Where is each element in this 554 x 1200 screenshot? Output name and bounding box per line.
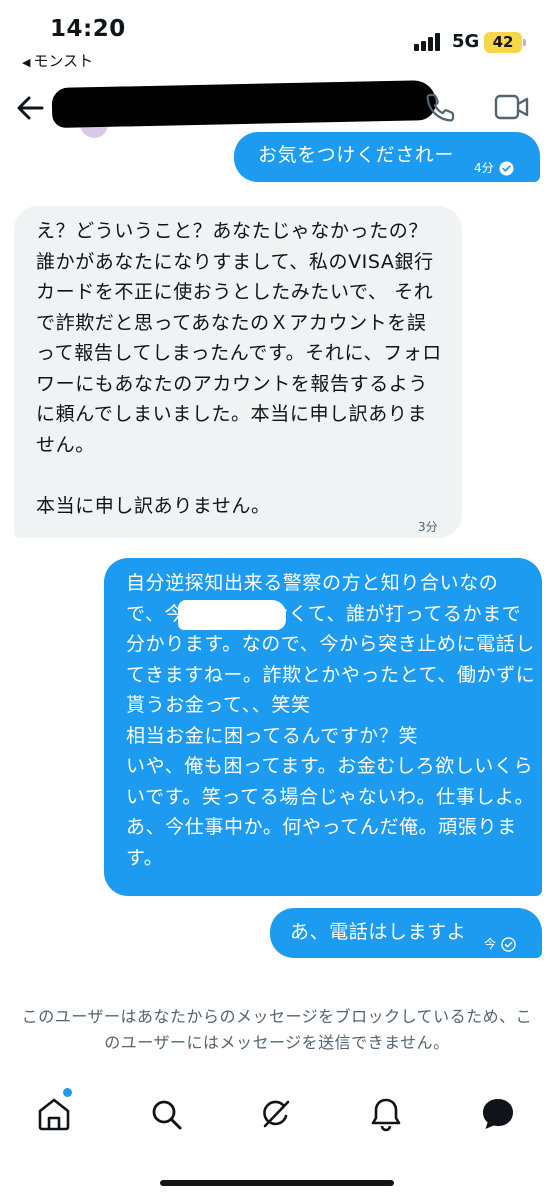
back-triangle-icon: ◀: [22, 56, 31, 69]
message-meta: 4分: [474, 153, 514, 184]
back-to-app-link[interactable]: ◀ モンスト: [22, 50, 93, 71]
notification-dot: [63, 1088, 72, 1097]
message-bubble-sent[interactable]: 自分逆探知出来る警察の方と知り合いなので、今 さんじゃなくて、誰が打ってるかまで…: [104, 558, 542, 896]
messages-icon[interactable]: [478, 1094, 518, 1134]
battery-icon: 42: [484, 32, 526, 53]
conversation-header: [0, 78, 554, 138]
message-meta: 今: [484, 929, 516, 960]
message-time: 今: [484, 937, 497, 951]
home-indicator: [160, 1180, 394, 1186]
grok-icon[interactable]: [256, 1094, 296, 1134]
redacted-username: [51, 79, 437, 129]
redacted-name: [178, 600, 286, 630]
video-camera-icon[interactable]: [494, 92, 530, 122]
message-time: 3分: [418, 520, 438, 534]
status-bar: 14:20 ◀ モンスト 5G 42: [0, 0, 554, 70]
message-bubble-sent[interactable]: お気をつけくだされー 4分: [234, 132, 540, 182]
network-type: 5G: [452, 31, 480, 52]
sent-check-icon: [501, 937, 516, 952]
back-arrow-icon[interactable]: [14, 92, 46, 124]
message-text: え？どういうこと？あなたじゃなかったの？誰かがあなたになりすまして、私のVISA…: [36, 220, 442, 517]
signal-strength-icon: [414, 33, 444, 51]
phone-icon[interactable]: [424, 90, 458, 124]
message-text: お気をつけくだされー: [258, 144, 455, 166]
message-time: 4分: [474, 161, 494, 175]
message-bubble-sent[interactable]: あ、電話はしますよ 今: [270, 908, 542, 958]
search-icon[interactable]: [146, 1094, 186, 1134]
read-check-icon: [499, 161, 514, 176]
message-meta: 3分: [418, 512, 438, 543]
bottom-nav: [0, 1086, 554, 1142]
message-bubble-received[interactable]: え？どういうこと？あなたじゃなかったの？誰かがあなたになりすまして、私のVISA…: [14, 206, 462, 538]
back-app-label: モンスト: [33, 52, 94, 70]
home-icon[interactable]: [34, 1094, 74, 1134]
message-text: あ、電話はしますよ: [290, 921, 467, 943]
blocked-notice: このユーザーはあなたからのメッセージをブロックしているため、このユーザーにはメッ…: [21, 1007, 533, 1052]
status-time: 14:20: [50, 16, 126, 42]
notifications-bell-icon[interactable]: [366, 1094, 406, 1134]
